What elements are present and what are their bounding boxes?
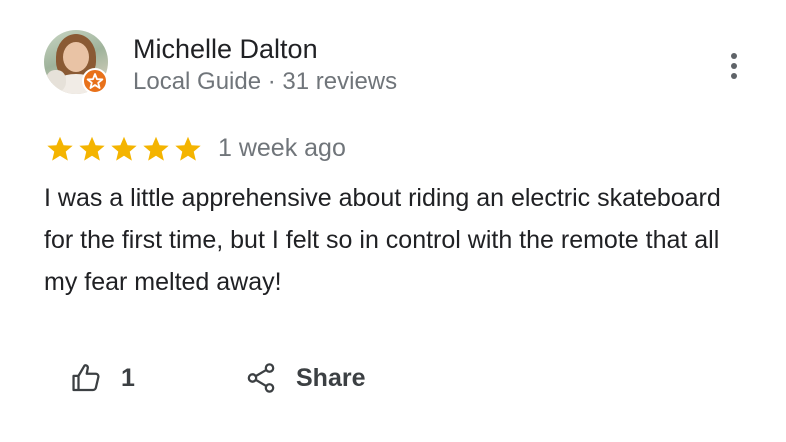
local-guide-star-icon bbox=[82, 68, 108, 94]
like-button[interactable]: 1 bbox=[70, 358, 135, 398]
reviewer-name[interactable]: Michelle Dalton bbox=[133, 32, 318, 66]
more-vert-icon[interactable] bbox=[718, 50, 750, 82]
thumbs-up-icon bbox=[72, 364, 100, 392]
share-button[interactable]: Share bbox=[244, 358, 365, 398]
like-count: 1 bbox=[121, 364, 135, 392]
share-icon bbox=[247, 363, 275, 393]
review-card: Michelle Dalton Local Guide · 31 reviews… bbox=[0, 0, 786, 442]
review-text: I was a little apprehensive about riding… bbox=[44, 184, 721, 296]
star-icon bbox=[111, 136, 137, 161]
menu-dot bbox=[731, 73, 737, 79]
avatar-dog bbox=[46, 70, 66, 92]
star-icon bbox=[175, 136, 201, 161]
reviewer-subtitle: Local Guide · 31 reviews bbox=[133, 68, 398, 95]
star-icon bbox=[47, 136, 73, 161]
review-date: 1 week ago bbox=[218, 134, 346, 162]
menu-dot bbox=[731, 53, 737, 59]
share-label: Share bbox=[296, 364, 366, 392]
star-rating bbox=[44, 133, 204, 165]
menu-dot bbox=[731, 63, 737, 69]
star-icon bbox=[79, 136, 105, 161]
star-icon bbox=[143, 136, 169, 161]
avatar-face bbox=[63, 42, 89, 72]
